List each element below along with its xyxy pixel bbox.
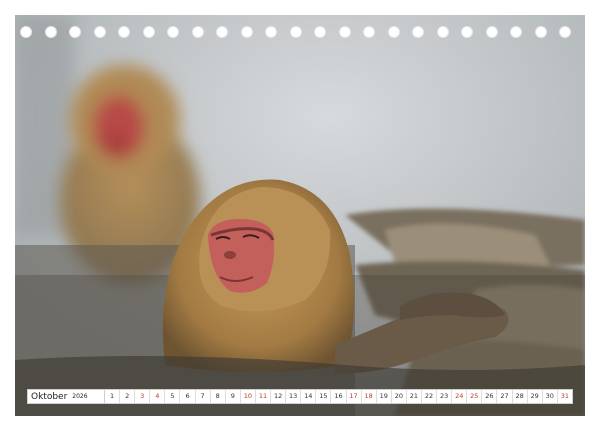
calendar-day: 28 [513,390,528,403]
calendar-day: 2 [120,390,136,403]
calendar-day: 4 [150,390,166,403]
calendar-day: 1 [105,390,121,403]
binding-hole [559,26,571,38]
binding-hole [510,26,522,38]
calendar-day: 18 [362,390,377,403]
binding-hole [387,26,400,38]
month-calendar-strip: Oktober 2026 1 2 3 4 5 6 7 8 9 10 11 12 13 14 15 16 17 18… [27,389,573,404]
binding-hole [20,26,32,38]
binding-hole [289,26,302,38]
days-row: 1 2 3 4 5 6 7 8 9 10 11 12 13 14 15 16 17 18 19 20 21 22 23 24 2… [105,390,572,403]
calendar-day: 30 [543,390,558,403]
binding-hole [240,26,253,38]
calendar-day: 22 [422,390,438,403]
calendar-day: 16 [331,390,347,403]
binding-hole [142,26,155,38]
calendar-day: 15 [316,390,332,403]
calendar-day: 21 [407,390,422,403]
binding-hole [485,26,498,38]
calendar-day: 3 [135,390,151,403]
calendar-page: Oktober 2026 1 2 3 4 5 6 7 8 9 10 11 12 13 14 15 16 17 18… [0,0,600,431]
binding-hole [118,26,130,38]
calendar-day: 20 [392,390,407,403]
snow-monkey-hot-spring-photo [15,15,585,416]
calendar-day: 8 [211,390,226,403]
month-label-cell: Oktober 2026 [28,390,105,403]
binding-hole [167,26,179,38]
binding-hole [44,26,57,38]
calendar-day: 13 [286,390,302,403]
calendar-day: 14 [301,390,317,403]
binding-hole [69,26,81,38]
year-label: 2026 [72,393,88,400]
calendar-day: 19 [377,390,392,403]
binding-hole [265,26,277,38]
binding-holes [20,26,580,38]
month-name: Oktober [31,391,68,402]
calendar-day: 24 [452,390,468,403]
photo-illustration [15,15,585,416]
binding-hole [314,26,326,38]
calendar-day: 29 [528,390,543,403]
calendar-day: 12 [271,390,287,403]
binding-hole [93,26,106,38]
calendar-day: 25 [467,390,483,403]
binding-hole [461,26,473,38]
binding-hole [338,26,351,38]
calendar-day: 7 [196,390,211,403]
calendar-day: 9 [226,390,241,403]
calendar-day: 17 [347,390,362,403]
calendar-day: 26 [482,390,498,403]
binding-hole [216,26,228,38]
calendar-day: 23 [437,390,453,403]
calendar-day: 6 [180,390,196,403]
calendar-day: 27 [497,390,513,403]
binding-hole [534,26,547,38]
calendar-day: 11 [256,390,272,403]
calendar-day: 10 [241,390,256,403]
binding-hole [412,26,424,38]
binding-hole [363,26,375,38]
binding-hole [436,26,449,38]
binding-hole [191,26,204,38]
calendar-day: 5 [165,390,181,403]
calendar-day: 31 [560,392,569,400]
